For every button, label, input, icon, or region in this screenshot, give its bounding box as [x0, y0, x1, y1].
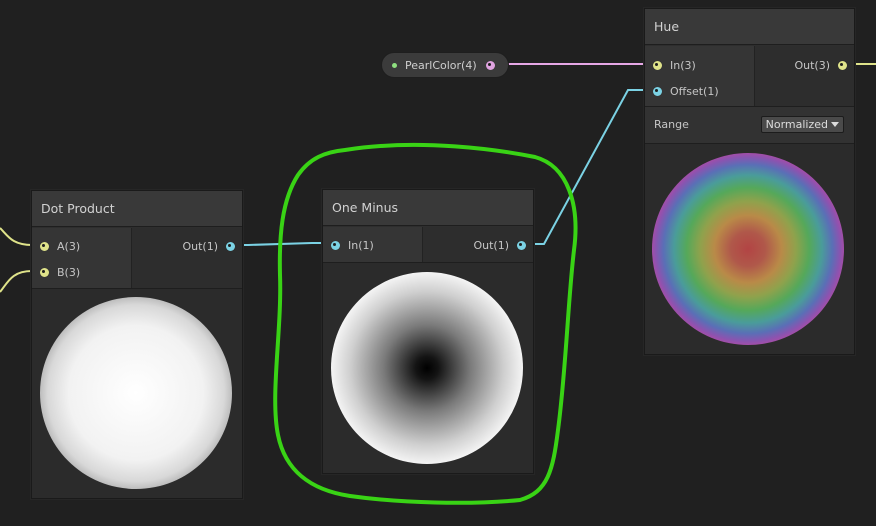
hue-in-port[interactable] — [653, 60, 662, 70]
wire-b-input — [0, 270, 33, 293]
dot-product-title: Dot Product — [32, 191, 242, 227]
one-minus-input-port[interactable] — [331, 240, 340, 250]
dot-product-preview — [32, 289, 242, 498]
hue-node[interactable]: Hue In(3) Offset(1) Out(3) Range Normali… — [644, 8, 855, 355]
dot-product-ports: A(3) B(3) Out(1) — [32, 228, 242, 289]
dot-product-output[interactable]: Out(1) — [182, 238, 235, 254]
chevron-down-icon — [831, 122, 839, 127]
pearlcolor-output-port[interactable] — [486, 61, 495, 70]
hue-ports: In(3) Offset(1) Out(3) — [645, 46, 854, 107]
input-a-label: A(3) — [57, 239, 81, 253]
pearlcolor-label: PearlColor(4) — [405, 58, 477, 72]
one-minus-preview — [323, 263, 533, 473]
output-label: Out(1) — [182, 239, 218, 253]
hue-title: Hue — [645, 9, 854, 45]
hue-output[interactable]: Out(3) — [794, 57, 847, 73]
hue-output-label: Out(3) — [794, 58, 830, 72]
hue-preview-sphere — [652, 153, 844, 345]
one-minus-output-label: Out(1) — [473, 238, 509, 252]
range-dropdown[interactable]: Normalized — [760, 116, 844, 133]
dot-product-node[interactable]: Dot Product A(3) B(3) Out(1) — [31, 190, 243, 499]
wire-oneminus-to-hue — [524, 89, 650, 245]
one-minus-ports: In(1) Out(1) — [323, 227, 533, 263]
property-exposed-dot — [392, 63, 397, 68]
hue-range-row: Range Normalized — [645, 107, 854, 144]
dot-product-input-b[interactable]: B(3) — [40, 264, 80, 280]
one-minus-title: One Minus — [323, 190, 533, 226]
hue-preview — [645, 144, 854, 354]
wire-a-input — [0, 227, 33, 246]
hue-input-in[interactable]: In(3) — [653, 57, 696, 73]
hue-input-offset[interactable]: Offset(1) — [653, 83, 719, 99]
one-minus-output[interactable]: Out(1) — [473, 237, 526, 253]
input-b-label: B(3) — [57, 265, 81, 279]
dot-product-input-a[interactable]: A(3) — [40, 238, 80, 254]
wire-dot-to-oneminus — [232, 242, 324, 246]
dot-product-preview-sphere — [40, 297, 232, 489]
one-minus-output-port[interactable] — [517, 240, 526, 250]
one-minus-node[interactable]: One Minus In(1) Out(1) — [322, 189, 534, 474]
hue-offset-port[interactable] — [653, 86, 662, 96]
hue-in-label: In(3) — [670, 58, 696, 72]
input-b-port[interactable] — [40, 267, 49, 277]
output-port[interactable] — [226, 241, 235, 251]
range-dropdown-value: Normalized — [765, 118, 828, 131]
hue-output-port[interactable] — [838, 60, 847, 70]
hue-offset-label: Offset(1) — [670, 84, 719, 98]
one-minus-input[interactable]: In(1) — [331, 237, 374, 253]
one-minus-preview-sphere — [331, 272, 523, 464]
pearlcolor-property-node[interactable]: PearlColor(4) — [381, 52, 509, 78]
one-minus-input-label: In(1) — [348, 238, 374, 252]
range-label: Range — [654, 118, 689, 131]
input-a-port[interactable] — [40, 241, 49, 251]
